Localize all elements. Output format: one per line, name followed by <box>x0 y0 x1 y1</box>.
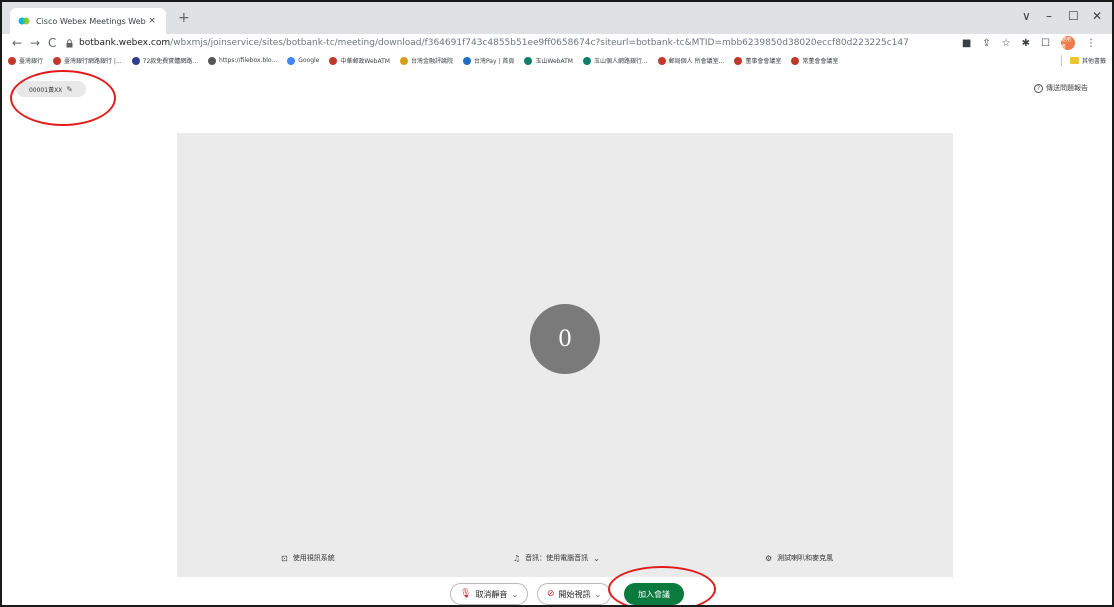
tab-search-icon[interactable]: ∨ <box>1022 8 1031 24</box>
address-bar[interactable]: botbank.webex.com /wbxmjs/joinservice/si… <box>66 35 956 51</box>
browser-window: Cisco Webex Meetings Web 應用程式 × + ∨ – ☐ … <box>0 0 1114 607</box>
tab-title: Cisco Webex Meetings Web 應用程式 <box>36 16 146 26</box>
bookmark-favicon-icon <box>657 56 666 65</box>
bookmark-item[interactable]: 72款免費實體網路... <box>131 56 198 65</box>
chevron-down-icon: ⌄ <box>594 589 602 599</box>
browser-toolbar: ← → C botbank.webex.com /wbxmjs/joinserv… <box>2 34 1112 52</box>
bookmark-favicon-icon <box>582 56 591 65</box>
bookmark-favicon-icon <box>131 56 140 65</box>
new-tab-button[interactable]: + <box>178 10 190 26</box>
bookmark-favicon-icon <box>462 56 471 65</box>
video-preview: 0 ⊡ 使用視訊系統 ♫ 音訊：使用電腦音訊 ⌄ ⚙ 測試喇叭和麥克風 <box>177 133 953 577</box>
video-off-icon: ⊘ <box>547 589 555 599</box>
chevron-down-icon: ⌄ <box>511 589 519 599</box>
video-system-icon: ⊡ <box>281 553 288 563</box>
display-name: 00001黃XX <box>28 86 63 94</box>
bookmark-item[interactable]: 臺灣銀行網路銀行 |... <box>53 56 122 65</box>
bookmark-item[interactable]: 玉山WebATM <box>524 56 573 65</box>
bookmark-favicon-icon <box>524 56 533 65</box>
lock-icon <box>66 38 73 48</box>
url-host: botbank.webex.com <box>79 38 171 48</box>
bookmark-item[interactable]: 台灣Pay | 首頁 <box>462 56 514 65</box>
bookmark-favicon-icon <box>791 56 800 65</box>
report-issue-link[interactable]: ? 傳送問題報告 <box>1034 83 1088 93</box>
bookmark-item[interactable]: 郵局個人 所會議室... <box>657 56 724 65</box>
camera-blocked-icon[interactable]: ■ <box>962 38 971 49</box>
other-bookmarks[interactable]: 其他書籤 <box>1060 55 1106 66</box>
test-audio-option[interactable]: ⚙ 測試喇叭和麥克風 <box>765 553 833 563</box>
google-icon <box>287 56 296 65</box>
toolbar-icons: ■ ⇪ ☆ ✱ ☐ 使用者 ⋮ <box>962 36 1096 50</box>
bookmark-favicon-icon <box>53 56 62 65</box>
bookmark-favicon-icon <box>734 56 743 65</box>
tab-webex[interactable]: Cisco Webex Meetings Web 應用程式 × <box>10 8 166 34</box>
video-system-option[interactable]: ⊡ 使用視訊系統 <box>281 553 335 563</box>
close-window-button[interactable]: ✕ <box>1092 8 1102 24</box>
unmute-button[interactable]: 🎙 取消靜音 ⌄ <box>450 583 529 605</box>
share-icon[interactable]: ⇪ <box>982 38 990 49</box>
gear-icon: ⚙ <box>765 553 773 563</box>
url-path: /wbxmjs/joinservice/sites/botbank-tc/mee… <box>170 38 909 48</box>
audio-option[interactable]: ♫ 音訊：使用電腦音訊 ⌄ <box>513 553 600 563</box>
extensions-icon[interactable]: ✱ <box>1022 38 1030 49</box>
bookmark-favicon-icon <box>8 56 16 65</box>
bookmark-item[interactable]: 董事會會議室 <box>734 56 781 65</box>
maximize-button[interactable]: ☐ <box>1068 8 1079 24</box>
profile-avatar[interactable]: 使用者 <box>1061 36 1075 50</box>
webex-join-page: 00001黃XX ✎ ? 傳送問題報告 0 ⊡ 使用視訊系統 ♫ 音訊：使用電腦… <box>2 69 1112 605</box>
question-icon: ? <box>1034 83 1043 93</box>
bookmark-item[interactable]: 中華郵政WebATM <box>329 56 390 65</box>
webex-icon <box>18 15 30 27</box>
reload-button[interactable]: C <box>48 35 56 51</box>
close-tab-icon[interactable]: × <box>146 16 158 26</box>
avatar: 0 <box>530 304 600 374</box>
folder-icon <box>1069 57 1079 64</box>
tab-strip: Cisco Webex Meetings Web 應用程式 × + ∨ – ☐ … <box>2 2 1112 34</box>
bookmark-item[interactable]: 常董會會議室 <box>791 56 838 65</box>
bookmark-item[interactable]: Google <box>287 56 319 65</box>
microphone-muted-icon: 🎙 <box>460 589 472 599</box>
minimize-button[interactable]: – <box>1046 8 1052 24</box>
pencil-icon[interactable]: ✎ <box>66 85 73 94</box>
bookmark-favicon-icon <box>208 56 217 65</box>
bookmark-item[interactable]: https://filebox.blo... <box>208 56 277 65</box>
back-button[interactable]: ← <box>12 35 22 51</box>
divider <box>1060 55 1062 66</box>
bookmark-star-icon[interactable]: ☆ <box>1002 38 1011 49</box>
menu-icon[interactable]: ⋮ <box>1086 38 1096 49</box>
forward-button[interactable]: → <box>30 35 40 51</box>
audio-connection-icon: ♫ <box>513 553 521 563</box>
bookmark-item[interactable]: 臺灣銀行 <box>8 56 43 65</box>
bookmark-item[interactable]: 台灣金融評論院 <box>399 56 453 65</box>
bookmark-favicon-icon <box>399 56 408 65</box>
join-controls: 🎙 取消靜音 ⌄ ⊘ 開始視訊 ⌄ 加入會議 <box>2 581 1112 605</box>
join-meeting-button[interactable]: 加入會議 <box>624 583 684 605</box>
display-name-chip[interactable]: 00001黃XX ✎ <box>16 81 86 97</box>
sidebar-icon[interactable]: ☐ <box>1041 38 1050 49</box>
chevron-down-icon: ⌄ <box>593 553 600 563</box>
start-video-button[interactable]: ⊘ 開始視訊 ⌄ <box>537 583 612 605</box>
bookmarks-bar: 臺灣銀行 臺灣銀行網路銀行 |... 72款免費實體網路... https://… <box>2 52 1112 69</box>
bookmark-item[interactable]: 玉山個人網路銀行... <box>582 56 648 65</box>
bookmark-favicon-icon <box>329 56 338 65</box>
